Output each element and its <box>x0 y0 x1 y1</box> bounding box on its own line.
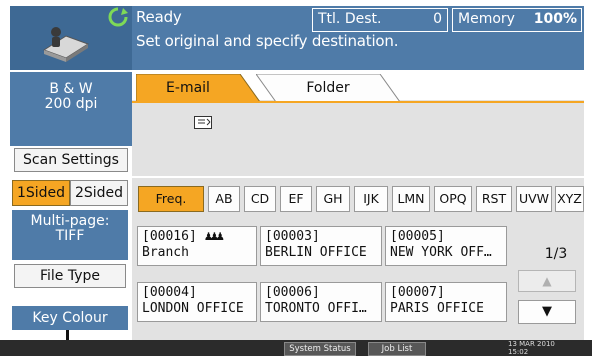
destination-name: TORONTO OFFI… <box>265 301 367 316</box>
index-tab-lmn[interactable]: LMN <box>392 186 430 212</box>
destination-name: LONDON OFFICE <box>142 301 244 316</box>
time-text: 15:02 <box>508 348 529 356</box>
destination-name: PARIS OFFICE <box>390 301 484 316</box>
destination-name: Branch <box>142 245 189 260</box>
index-tab-rst[interactable]: RST <box>476 186 512 212</box>
page-up-button[interactable]: ▲ <box>518 270 576 292</box>
index-tab-gh[interactable]: GH <box>316 186 350 212</box>
destination-id: [00005] <box>390 229 445 244</box>
job-list-button[interactable]: Job List <box>368 342 426 356</box>
destination-button[interactable]: [00003] BERLIN OFFICE <box>260 226 382 266</box>
destination-button[interactable]: [00007] PARIS OFFICE <box>385 282 507 322</box>
resolution: 200 dpi <box>44 96 98 112</box>
memory-value: 100% <box>533 11 577 27</box>
index-tab-ab[interactable]: AB <box>208 186 240 212</box>
scan-settings-button[interactable]: Scan Settings <box>14 148 128 172</box>
color-mode: B & W <box>49 81 93 97</box>
memory-box: Memory 100% <box>452 8 582 32</box>
multipage-label: Multi-page: <box>30 213 110 229</box>
destination-button[interactable]: [00005] NEW YORK OFF… <box>385 226 507 266</box>
destination-id: [00004] <box>142 285 197 300</box>
tab-email-label: E-mail <box>166 80 210 96</box>
two-sided-button[interactable]: 2Sided <box>70 180 128 206</box>
one-sided-button[interactable]: 1Sided <box>12 180 70 206</box>
destination-id: [00016] <box>142 229 197 244</box>
separator <box>132 176 584 178</box>
refresh-icon <box>108 7 128 27</box>
destination-id: [00007] <box>390 285 445 300</box>
file-type-value: TIFF <box>55 228 85 244</box>
status-message: Set original and specify destination. <box>136 32 399 50</box>
destination-button[interactable]: [00016] ♟♟♟ Branch <box>137 226 257 266</box>
tab-underline <box>132 101 584 103</box>
date-text: 13 MAR 2010 <box>508 340 555 348</box>
index-tab-ijk[interactable]: IJK <box>354 186 388 212</box>
page-down-button[interactable]: ▼ <box>518 300 576 324</box>
status-ready: Ready <box>136 8 182 26</box>
clock: 13 MAR 2010 15:02 <box>508 340 588 356</box>
key-colour-button[interactable]: Key Colour <box>12 306 128 330</box>
total-destinations-box: Ttl. Dest. 0 <box>312 8 448 32</box>
ttl-dest-label: Ttl. Dest. <box>318 11 382 27</box>
index-tab-uvw[interactable]: UVW <box>516 186 552 212</box>
index-tab-cd[interactable]: CD <box>244 186 276 212</box>
file-type-panel: Multi-page: TIFF <box>12 210 128 260</box>
scan-mode-panel: B & W 200 dpi <box>10 72 132 146</box>
destination-id: [00006] <box>265 285 320 300</box>
tab-folder-label: Folder <box>306 80 350 96</box>
index-tab-ef[interactable]: EF <box>280 186 312 212</box>
ttl-dest-count: 0 <box>433 11 442 27</box>
system-status-button[interactable]: System Status <box>284 342 356 356</box>
index-tab-opq[interactable]: OPQ <box>434 186 472 212</box>
memory-label: Memory <box>458 11 515 27</box>
index-tab-freq[interactable]: Freq. <box>138 186 204 212</box>
file-type-button[interactable]: File Type <box>14 264 126 288</box>
destination-name: BERLIN OFFICE <box>265 245 367 260</box>
scanner-logo-icon <box>42 27 90 62</box>
group-icon: ♟♟♟ <box>204 229 225 244</box>
destination-id: [00003] <box>265 229 320 244</box>
email-icon <box>194 116 212 129</box>
index-tab-xyz[interactable]: XYZ <box>555 186 584 212</box>
destination-button[interactable]: [00006] TORONTO OFFI… <box>260 282 382 322</box>
page-indicator: 1/3 <box>544 246 568 262</box>
destination-name: NEW YORK OFF… <box>390 245 492 260</box>
destination-button[interactable]: [00004] LONDON OFFICE <box>137 282 257 322</box>
